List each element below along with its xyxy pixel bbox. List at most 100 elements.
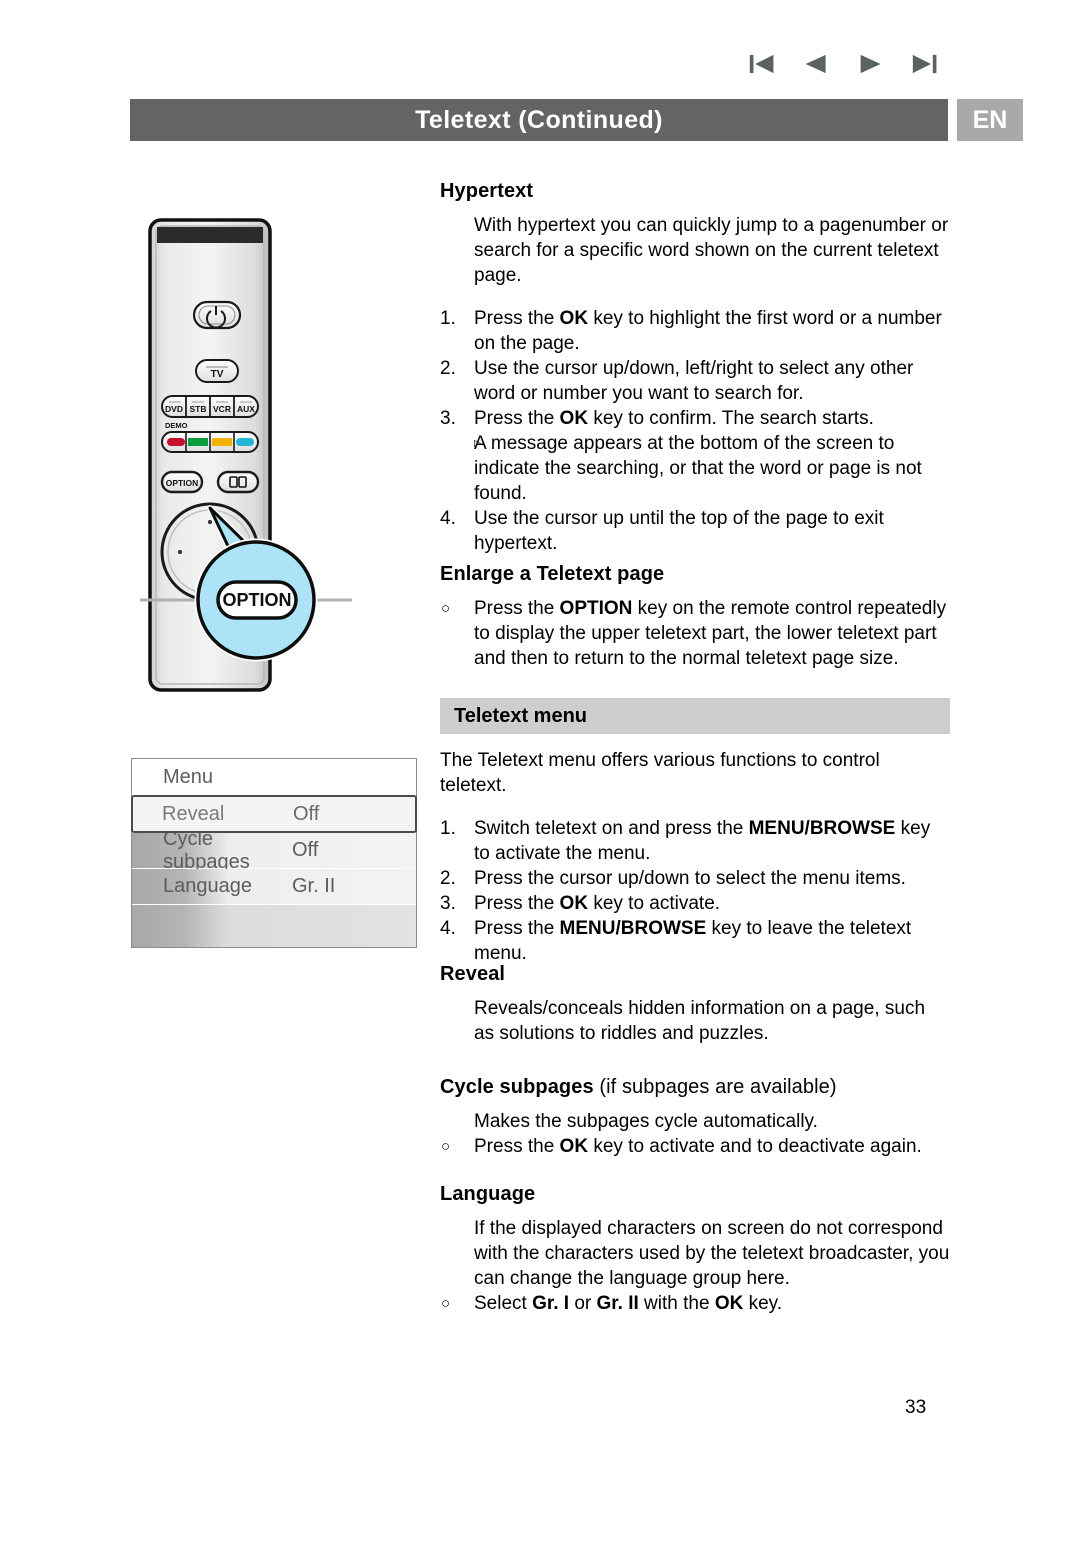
cursor-left-dot bbox=[177, 549, 183, 555]
option-button-label: OPTION bbox=[166, 478, 199, 488]
skip-to-start-icon[interactable] bbox=[748, 50, 775, 78]
tv-menu-row-language[interactable]: Language Gr. II bbox=[132, 869, 416, 905]
page-number: 33 bbox=[905, 1397, 927, 1418]
teletext-menu-step-3-number: 3. bbox=[440, 893, 456, 914]
hypertext-substep-text: A message appears at the bottom of the s… bbox=[474, 433, 922, 504]
language-bullets: ○ Select Gr. I or Gr. II with the OK key. bbox=[440, 1291, 950, 1316]
teletext-menu-step-4-key: MENU/BROWSE bbox=[559, 918, 707, 939]
color-keys-row[interactable] bbox=[161, 431, 259, 453]
teletext-menu-band: Teletext menu bbox=[440, 698, 950, 734]
dvd-button-label: DVD bbox=[165, 404, 183, 414]
teletext-menu-step-3-pre: Press the bbox=[474, 893, 560, 914]
stb-button-label: STB bbox=[190, 404, 207, 414]
hypertext-step-2-text: Use the cursor up/down, left/right to se… bbox=[474, 358, 914, 404]
teletext-menu-intro: The Teletext menu offers various functio… bbox=[440, 750, 880, 796]
circle-bullet-icon: ○ bbox=[441, 1295, 451, 1312]
language-heading: Language bbox=[440, 1183, 536, 1205]
tv-menu-title: Menu bbox=[132, 759, 416, 795]
reveal-heading: Reveal bbox=[440, 963, 506, 985]
remote-ir-strip bbox=[157, 227, 263, 243]
vcr-button-label: VCR bbox=[213, 404, 231, 414]
cycle-subpages-bullet-pre: Press the bbox=[474, 1136, 560, 1157]
power-button[interactable] bbox=[192, 300, 242, 330]
tv-menu-row-reveal[interactable]: Reveal Off bbox=[131, 795, 417, 833]
next-icon[interactable] bbox=[857, 50, 884, 78]
hypertext-step-4-number: 4. bbox=[440, 508, 456, 529]
cycle-subpages-bullets: ○ Press the OK key to activate and to dea… bbox=[440, 1134, 950, 1159]
teletext-menu-step-4-pre: Press the bbox=[474, 918, 560, 939]
teletext-menu-step-2-number: 2. bbox=[440, 868, 456, 889]
cycle-subpages-heading: Cycle subpages (if subpages are availabl… bbox=[440, 1076, 950, 1099]
enlarge-bullet-1: ○ Press the OPTION key on the remote cont… bbox=[440, 596, 950, 671]
language-bullet-mid: or bbox=[569, 1293, 597, 1314]
tv-menu-row-reveal-value: Off bbox=[293, 802, 320, 825]
tv-menu-row-cycle-subpages[interactable]: Cycle subpages Off bbox=[132, 828, 416, 873]
green-key[interactable] bbox=[188, 438, 208, 446]
hypertext-step-3-pre: Press the bbox=[474, 408, 560, 429]
enlarge-bullets: ○ Press the OPTION key on the remote cont… bbox=[440, 596, 950, 671]
tv-button[interactable]: TV bbox=[195, 359, 239, 383]
enlarge-heading: Enlarge a Teletext page bbox=[440, 563, 665, 585]
tv-menu-row-language-value: Gr. II bbox=[292, 875, 336, 897]
hypertext-step-1: 1. Press the OK key to highlight the firs… bbox=[440, 306, 950, 356]
hypertext-step-3-number: 3. bbox=[440, 408, 456, 429]
enlarge-bullet-1-pre: Press the bbox=[474, 598, 560, 619]
demo-label: DEMO bbox=[165, 421, 188, 430]
page-title: Teletext (Continued) bbox=[415, 105, 663, 134]
remote-control-illustration: TV DVD STB VCR AUX DEMO OPTION OPTION bbox=[140, 212, 380, 702]
section-reveal: Reveal Reveals/conceals hidden informati… bbox=[440, 963, 950, 1046]
tv-menu-row-cycle-subpages-label: Cycle subpages bbox=[163, 827, 250, 873]
teletext-menu-step-4-number: 4. bbox=[440, 918, 456, 939]
cyan-key[interactable] bbox=[236, 438, 254, 446]
teletext-menu-step-3-key: OK bbox=[559, 893, 589, 914]
red-key[interactable] bbox=[167, 438, 185, 446]
hypertext-step-3-post: key to confirm. The search starts. bbox=[588, 408, 874, 429]
tv-menu-row-language-label: Language bbox=[163, 875, 252, 897]
enlarge-bullet-1-key: OPTION bbox=[559, 598, 633, 619]
skip-to-end-icon[interactable] bbox=[911, 50, 938, 78]
hypertext-step-2: 2. Use the cursor up/down, left/right to … bbox=[440, 356, 950, 406]
remote-control-svg: TV DVD STB VCR AUX DEMO OPTION OPTION bbox=[140, 218, 352, 692]
teletext-menu-step-1-pre: Switch teletext on and press the bbox=[474, 818, 749, 839]
cycle-subpages-heading-bold: Cycle subpages bbox=[440, 1076, 594, 1098]
previous-icon[interactable] bbox=[802, 50, 829, 78]
language-bullet-key-ok: OK bbox=[714, 1293, 744, 1314]
language-bullet-post: key. bbox=[743, 1293, 783, 1314]
tv-onscreen-menu: Menu Reveal Off Cycle subpages Off Langu… bbox=[131, 758, 417, 948]
device-buttons-row[interactable]: DVD STB VCR AUX bbox=[161, 395, 259, 418]
hypertext-substep: ▹ A message appears at the bottom of the … bbox=[440, 431, 950, 506]
yellow-key[interactable] bbox=[212, 438, 232, 446]
triangle-bullet-icon: ▹ bbox=[474, 434, 482, 450]
hypertext-step-3-key: OK bbox=[559, 408, 589, 429]
language-bullet-key-gr1: Gr. I bbox=[532, 1293, 570, 1314]
cycle-subpages-body: Makes the subpages cycle automatically. bbox=[474, 1111, 818, 1132]
hypertext-step-4-text: Use the cursor up until the top of the p… bbox=[474, 508, 884, 554]
teletext-menu-step-1-key: MENU/BROWSE bbox=[748, 818, 896, 839]
hypertext-heading: Hypertext bbox=[440, 180, 534, 202]
section-cycle-subpages: Cycle subpages (if subpages are availabl… bbox=[440, 1076, 950, 1159]
teletext-menu-step-3: 3. Press the OK key to activate. bbox=[440, 891, 950, 916]
hypertext-step-1-key: OK bbox=[559, 308, 589, 329]
teletext-menu-step-1: 1. Switch teletext on and press the MENU/… bbox=[440, 816, 950, 866]
circle-bullet-icon: ○ bbox=[441, 1138, 451, 1155]
page-title-bar: Teletext (Continued) bbox=[130, 99, 948, 141]
hypertext-steps: 1. Press the OK key to highlight the firs… bbox=[440, 306, 950, 556]
cycle-subpages-bullet-key: OK bbox=[559, 1136, 589, 1157]
language-badge: EN bbox=[957, 99, 1023, 141]
guide-button[interactable] bbox=[216, 470, 260, 494]
hypertext-step-3: 3. Press the OK key to confirm. The searc… bbox=[440, 406, 950, 431]
cycle-subpages-heading-rest: (if subpages are available) bbox=[593, 1076, 837, 1098]
tv-menu-empty-area bbox=[132, 905, 416, 947]
section-language: Language If the displayed characters on … bbox=[440, 1183, 950, 1316]
language-bullet-pre: Select bbox=[474, 1293, 533, 1314]
aux-button-label: AUX bbox=[237, 404, 255, 414]
teletext-menu-step-3-post: key to activate. bbox=[588, 893, 721, 914]
cycle-subpages-bullet-post: key to activate and to deactivate again. bbox=[588, 1136, 922, 1157]
teletext-menu-steps: 1. Switch teletext on and press the MENU/… bbox=[440, 816, 950, 966]
circle-bullet-icon: ○ bbox=[441, 600, 451, 617]
option-button[interactable]: OPTION bbox=[160, 470, 204, 494]
language-body: If the displayed characters on screen do… bbox=[474, 1218, 950, 1289]
section-teletext-menu: The Teletext menu offers various functio… bbox=[440, 748, 950, 966]
teletext-menu-step-2-text: Press the cursor up/down to select the m… bbox=[474, 868, 906, 889]
tv-menu-row-reveal-label: Reveal bbox=[162, 802, 225, 825]
